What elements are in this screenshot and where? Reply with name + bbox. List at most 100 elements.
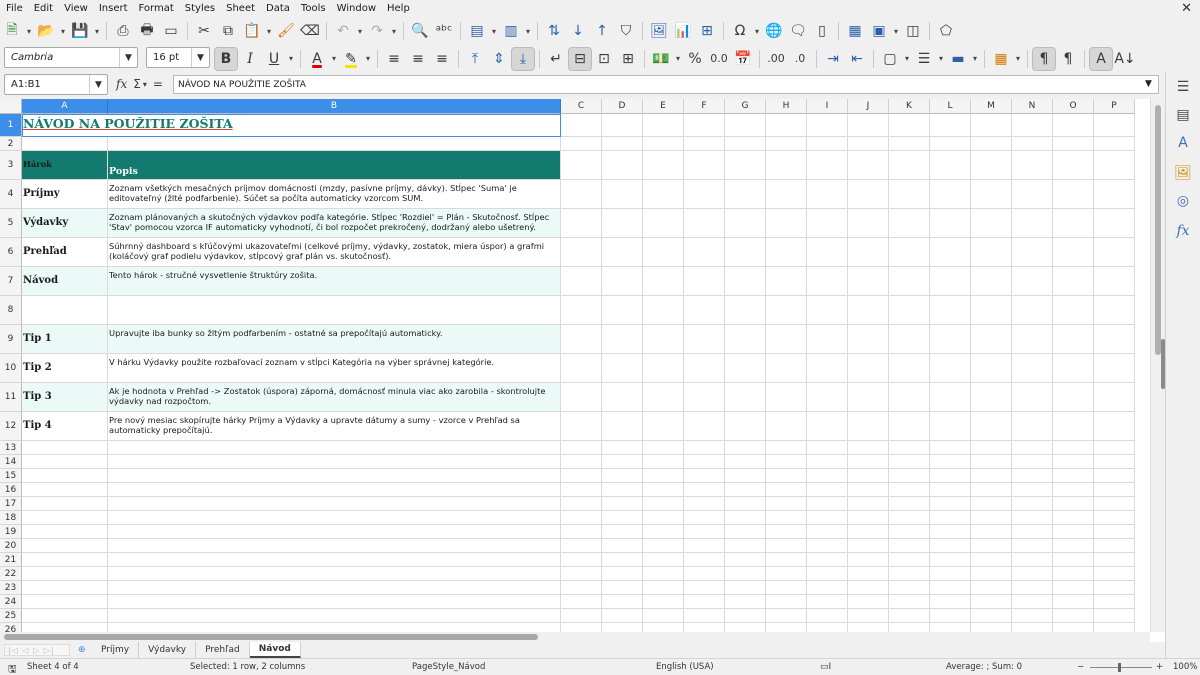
header-footer-icon[interactable]: ▯	[811, 20, 833, 42]
cell[interactable]	[766, 609, 807, 623]
cell[interactable]	[930, 114, 971, 137]
cell[interactable]	[930, 209, 971, 238]
highlight-color-icon[interactable]: ✎	[340, 48, 362, 70]
wrap-text-icon[interactable]: ↵	[545, 48, 567, 70]
cell[interactable]	[684, 412, 725, 441]
cell[interactable]	[725, 180, 766, 209]
cell[interactable]	[1053, 511, 1094, 525]
cell[interactable]	[1094, 383, 1135, 412]
cell[interactable]	[971, 455, 1012, 469]
clear-formatting-icon[interactable]: ⌫	[299, 20, 321, 42]
menu-format[interactable]: Format	[139, 3, 174, 14]
sort-ascending-icon[interactable]: ↓	[567, 20, 589, 42]
cell[interactable]	[108, 469, 561, 483]
cell[interactable]	[930, 483, 971, 497]
autofilter-icon[interactable]: ⛉	[615, 20, 637, 42]
open-dropdown-icon[interactable]: ▾	[58, 20, 68, 42]
cell[interactable]	[930, 609, 971, 623]
cell[interactable]	[602, 114, 643, 137]
export-pdf-icon[interactable]: ⎙	[112, 20, 134, 42]
cell[interactable]	[971, 497, 1012, 511]
cell[interactable]	[930, 441, 971, 455]
cell[interactable]	[1094, 525, 1135, 539]
cell[interactable]	[766, 325, 807, 354]
cell[interactable]	[971, 469, 1012, 483]
cell[interactable]	[971, 151, 1012, 180]
special-character-dropdown-icon[interactable]: ▾	[752, 20, 762, 42]
cell[interactable]	[561, 296, 602, 325]
cell[interactable]	[848, 595, 889, 609]
row-header[interactable]: 14	[0, 455, 22, 469]
cell[interactable]	[1094, 455, 1135, 469]
sort-icon[interactable]: ⇅	[543, 20, 565, 42]
cell[interactable]	[807, 383, 848, 412]
cell[interactable]	[22, 296, 108, 325]
cell[interactable]	[889, 137, 930, 151]
cell[interactable]	[561, 623, 602, 632]
cell[interactable]	[807, 412, 848, 441]
cell[interactable]	[561, 137, 602, 151]
row-header[interactable]: 23	[0, 581, 22, 595]
row-icon[interactable]: ▤	[466, 20, 488, 42]
cell[interactable]	[971, 483, 1012, 497]
cell[interactable]	[930, 267, 971, 296]
row-header[interactable]: 24	[0, 595, 22, 609]
cell[interactable]	[971, 325, 1012, 354]
cell[interactable]	[684, 553, 725, 567]
cell[interactable]	[848, 137, 889, 151]
cell[interactable]	[971, 539, 1012, 553]
bold-icon[interactable]: B	[214, 46, 238, 71]
cell[interactable]	[889, 354, 930, 383]
cell[interactable]	[848, 581, 889, 595]
cell[interactable]	[1012, 383, 1053, 412]
cell[interactable]	[684, 609, 725, 623]
cell[interactable]	[971, 623, 1012, 632]
cell[interactable]	[1012, 609, 1053, 623]
cell[interactable]	[1053, 567, 1094, 581]
cell[interactable]	[930, 412, 971, 441]
page-style[interactable]: PageStyle_Návod	[412, 662, 485, 672]
sheet-tab[interactable]: Návod	[249, 642, 301, 658]
zoom-slider-knob[interactable]	[1118, 663, 1121, 672]
cell[interactable]	[971, 238, 1012, 267]
cell[interactable]	[561, 383, 602, 412]
cell[interactable]	[971, 267, 1012, 296]
cell[interactable]	[725, 114, 766, 137]
cell[interactable]	[889, 180, 930, 209]
column-dropdown-icon[interactable]: ▾	[523, 20, 533, 42]
clone-formatting-icon[interactable]: 🖌	[275, 20, 297, 42]
cell[interactable]	[602, 469, 643, 483]
cell[interactable]	[1094, 483, 1135, 497]
cell[interactable]	[643, 623, 684, 632]
zoom-in-icon[interactable]: +	[1156, 662, 1163, 672]
save-dropdown-icon[interactable]: ▾	[92, 20, 102, 42]
cell[interactable]	[561, 209, 602, 238]
zoom-level[interactable]: 100%	[1173, 662, 1197, 672]
cell[interactable]	[725, 525, 766, 539]
cell[interactable]: Pre nový mesiac skopírujte hárky Príjmy …	[108, 412, 561, 441]
cell[interactable]	[108, 581, 561, 595]
cell[interactable]	[930, 354, 971, 383]
cell[interactable]	[766, 354, 807, 383]
cell[interactable]	[561, 455, 602, 469]
font-color-dropdown-icon[interactable]: ▾	[329, 48, 339, 70]
cell[interactable]	[725, 581, 766, 595]
cell[interactable]	[848, 497, 889, 511]
spelling-icon[interactable]: ᵃᵇᶜ	[433, 20, 455, 42]
gallery-icon[interactable]: 🖼	[1174, 164, 1192, 182]
cell[interactable]	[848, 209, 889, 238]
comment-icon[interactable]: 🗨	[787, 20, 809, 42]
expand-formula-icon[interactable]: ▼	[1145, 79, 1152, 89]
cell[interactable]	[848, 441, 889, 455]
cell[interactable]	[1012, 151, 1053, 180]
cell[interactable]	[1012, 114, 1053, 137]
cell[interactable]	[684, 455, 725, 469]
cell[interactable]	[807, 151, 848, 180]
cell[interactable]: Výdavky	[22, 209, 108, 238]
cell[interactable]	[643, 539, 684, 553]
menu-sheet[interactable]: Sheet	[226, 3, 255, 14]
column-header-h[interactable]: H	[766, 99, 807, 114]
cell[interactable]	[1012, 296, 1053, 325]
row-header[interactable]: 17	[0, 497, 22, 511]
cell[interactable]	[22, 553, 108, 567]
